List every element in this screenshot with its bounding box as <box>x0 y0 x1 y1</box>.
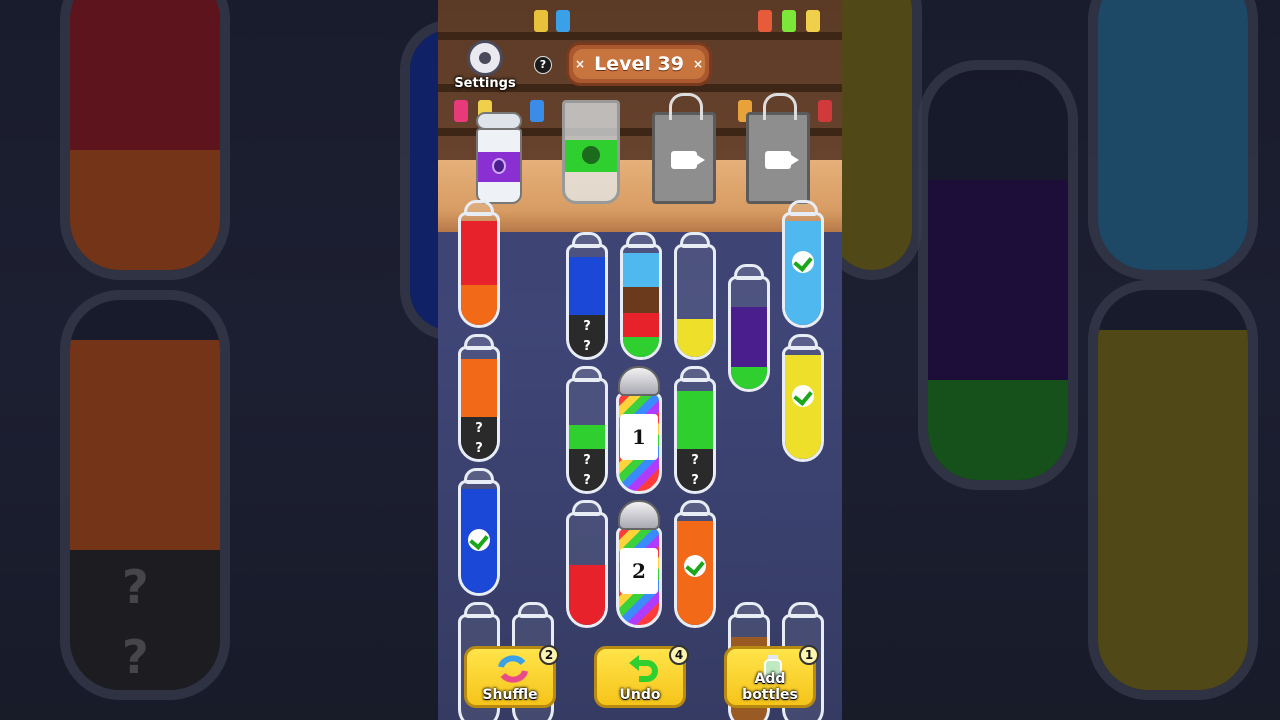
hidden-color-mark: ? <box>475 441 483 456</box>
level-label: Level 39 <box>573 49 705 79</box>
settings-button[interactable]: Settings <box>450 40 520 91</box>
mystery-tube-number: 2 <box>620 548 658 594</box>
video-icon <box>765 151 799 169</box>
add-bottles-label: Add bottles <box>742 671 798 703</box>
checkmark-icon <box>792 251 814 273</box>
settings-label: Settings <box>454 76 516 91</box>
tube-complete[interactable] <box>672 500 718 628</box>
tube[interactable]: ? ? <box>564 232 610 360</box>
tube[interactable] <box>726 264 772 392</box>
tube[interactable]: ? ? <box>564 366 610 494</box>
tube[interactable] <box>564 500 610 628</box>
undo-count-badge: 4 <box>669 645 689 665</box>
background-left: ? ? <box>0 0 438 720</box>
add-bottles-button[interactable]: Add bottles 1 <box>724 645 819 708</box>
tube[interactable]: ? ? <box>672 366 718 494</box>
hidden-color-mark: ? <box>691 453 699 468</box>
undo-label: Undo <box>619 687 661 703</box>
checkmark-icon <box>792 385 814 407</box>
hidden-color-mark: ? <box>691 473 699 488</box>
game-screen: Settings ? Level 39 × × ? ? ? ? ? ? 1 ? … <box>438 0 842 720</box>
tube-complete[interactable] <box>456 468 502 596</box>
undo-icon <box>629 655 658 682</box>
tube[interactable] <box>618 232 664 360</box>
banner-left-ornament: × <box>575 57 586 71</box>
tube[interactable] <box>456 200 502 328</box>
grape-cup-order <box>472 112 526 204</box>
shuffle-count-badge: 2 <box>539 645 559 665</box>
matcha-cup-order <box>562 100 620 204</box>
banner-right-ornament: × <box>692 57 703 71</box>
tube[interactable]: ? ? <box>456 334 502 462</box>
grape-icon <box>492 158 506 174</box>
gear-icon <box>467 40 503 76</box>
shopping-bag[interactable] <box>746 93 810 204</box>
video-icon <box>671 151 705 169</box>
checkmark-icon <box>684 555 706 577</box>
hidden-color-mark: ? <box>475 421 483 436</box>
shuffle-icon <box>498 655 528 683</box>
mystery-tube-1[interactable]: 1 <box>614 366 664 494</box>
hidden-color-mark: ? <box>583 319 591 334</box>
checkmark-icon <box>468 529 490 551</box>
hidden-color-mark: ? <box>583 339 591 354</box>
mystery-tube-2[interactable]: 2 <box>614 500 664 628</box>
tube-complete[interactable] <box>780 334 826 462</box>
shuffle-label: Shuffle <box>482 687 538 703</box>
help-button[interactable]: ? <box>534 56 552 74</box>
tube[interactable] <box>672 232 718 360</box>
add-bottles-count-badge: 1 <box>799 645 819 665</box>
hidden-color-mark: ? <box>583 473 591 488</box>
tube-complete[interactable] <box>780 200 826 328</box>
shuffle-button[interactable]: Shuffle 2 <box>464 645 559 708</box>
background-right <box>842 0 1280 720</box>
level-banner: Level 39 × × <box>566 42 712 86</box>
undo-button[interactable]: Undo 4 <box>594 645 689 708</box>
matcha-icon <box>582 146 600 164</box>
mystery-tube-number: 1 <box>620 414 658 460</box>
shopping-bag[interactable] <box>652 93 716 204</box>
hidden-color-mark: ? <box>583 453 591 468</box>
